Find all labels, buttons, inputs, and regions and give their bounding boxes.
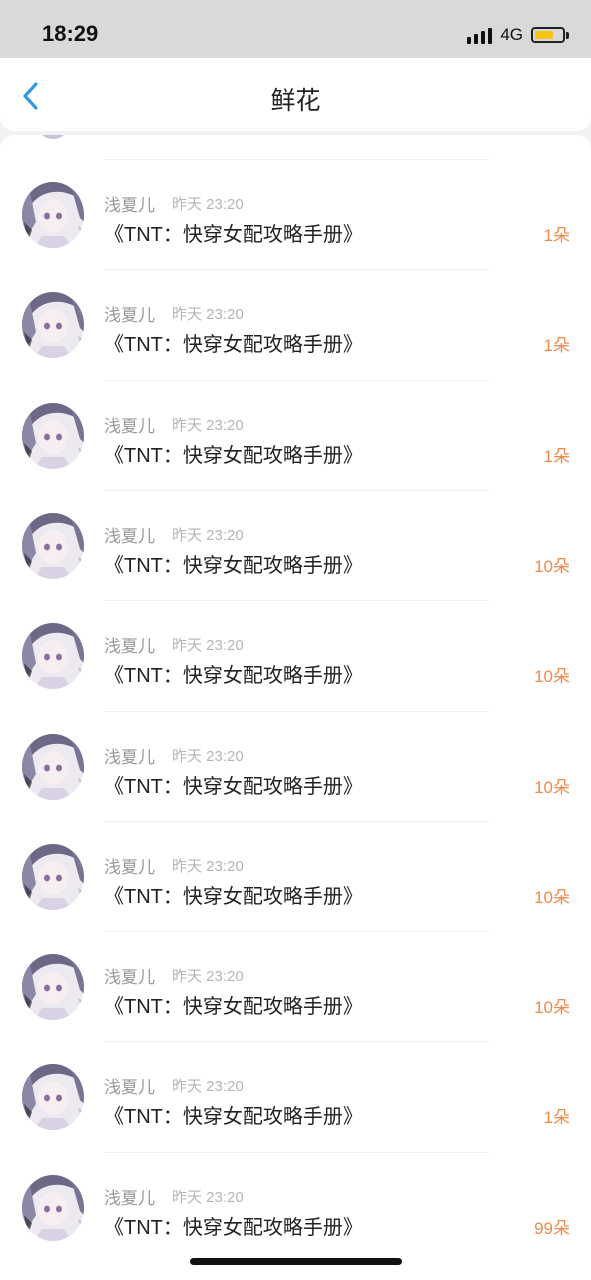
user-name[interactable]: 浅夏儿 — [104, 301, 155, 326]
book-title[interactable]: 《TNT：快穿女配攻略手册》 — [104, 439, 363, 468]
avatar — [36, 135, 70, 139]
gift-time: 昨天 23:20 — [172, 1078, 244, 1095]
list-item[interactable]: 浅夏儿 昨天 23:20 《TNT：快穿女配攻略手册》 1朵 — [0, 159, 591, 269]
list-item[interactable]: 浅夏儿 昨天 23:20 《TNT：快穿女配攻略手册》 10朵 — [0, 600, 591, 710]
avatar-image — [22, 623, 84, 689]
avatar[interactable] — [22, 623, 84, 689]
battery-level — [535, 31, 554, 39]
list-item[interactable]: 浅夏儿 昨天 23:20 《TNT：快穿女配攻略手册》 10朵 — [0, 711, 591, 821]
user-name[interactable]: 浅夏儿 — [104, 1184, 155, 1209]
avatar[interactable] — [22, 403, 84, 469]
list-item[interactable]: 浅夏儿 昨天 23:20 《TNT：快穿女配攻略手册》 1朵 — [0, 380, 591, 490]
list-item[interactable]: 浅夏儿 昨天 23:20 《TNT：快穿女配攻略手册》 1朵 — [0, 269, 591, 379]
status-bar: 18:29 4G — [0, 0, 591, 58]
gift-time: 昨天 23:20 — [172, 306, 244, 323]
avatar-image — [22, 844, 84, 910]
book-title[interactable]: 《TNT：快穿女配攻略手册》 — [104, 770, 363, 799]
book-title[interactable]: 《TNT：快穿女配攻略手册》 — [104, 880, 363, 909]
list-item[interactable]: 浅夏儿 昨天 23:20 《TNT：快穿女配攻略手册》 10朵 — [0, 490, 591, 600]
avatar[interactable] — [22, 954, 84, 1020]
user-name[interactable]: 浅夏儿 — [104, 743, 155, 768]
network-type: 4G — [500, 25, 523, 44]
nav-bar: 鲜花 — [0, 58, 591, 131]
list-item[interactable]: 浅夏儿 昨天 23:20 《TNT：快穿女配攻略手册》 99朵 — [0, 1152, 591, 1262]
home-indicator[interactable] — [190, 1258, 402, 1265]
gift-time: 昨天 23:20 — [172, 748, 244, 765]
book-title[interactable]: 《TNT：快穿女配攻略手册》 — [104, 990, 363, 1019]
user-name[interactable]: 浅夏儿 — [104, 963, 155, 988]
battery-icon — [531, 27, 569, 43]
avatar[interactable] — [22, 1064, 84, 1130]
flower-amount: 1朵 — [543, 336, 570, 355]
book-title[interactable]: 《TNT：快穿女配攻略手册》 — [104, 1100, 363, 1129]
flower-amount: 10朵 — [534, 667, 570, 686]
avatar-image — [22, 403, 84, 469]
flower-amount: 1朵 — [543, 1108, 570, 1127]
list-item[interactable]: 浅夏儿 昨天 23:20 《TNT：快穿女配攻略手册》 10朵 — [0, 931, 591, 1041]
book-title[interactable]: 《TNT：快穿女配攻略手册》 — [104, 328, 363, 357]
gift-time: 昨天 23:20 — [172, 637, 244, 654]
page-title: 鲜花 — [270, 87, 321, 115]
avatar[interactable] — [22, 292, 84, 358]
gift-time: 昨天 23:20 — [172, 968, 244, 985]
book-title[interactable]: 《TNT：快穿女配攻略手册》 — [104, 549, 363, 578]
gift-list[interactable]: 浅夏儿 昨天 23:20 《TNT：快穿女配攻略手册》 1朵 浅夏儿 昨天 23:20 《T… — [0, 135, 591, 1280]
avatar[interactable] — [22, 734, 84, 800]
user-name[interactable]: 浅夏儿 — [104, 1073, 155, 1098]
avatar-image — [22, 1175, 84, 1241]
flower-amount: 10朵 — [534, 998, 570, 1017]
gift-time: 昨天 23:20 — [172, 527, 244, 544]
status-indicators: 4G — [467, 24, 569, 46]
gift-time: 昨天 23:20 — [172, 1189, 244, 1206]
book-title[interactable]: 《TNT：快穿女配攻略手册》 — [104, 1211, 363, 1240]
flower-amount: 10朵 — [534, 778, 570, 797]
user-name[interactable]: 浅夏儿 — [104, 412, 155, 437]
avatar[interactable] — [22, 182, 84, 248]
user-name[interactable]: 浅夏儿 — [104, 632, 155, 657]
avatar[interactable] — [22, 1175, 84, 1241]
gift-time: 昨天 23:20 — [172, 858, 244, 875]
book-title[interactable]: 《TNT：快穿女配攻略手册》 — [104, 659, 363, 688]
avatar-image — [22, 1064, 84, 1130]
flower-amount: 1朵 — [543, 226, 570, 245]
signal-icon — [467, 26, 493, 44]
list-item[interactable]: 浅夏儿 昨天 23:20 《TNT：快穿女配攻略手册》 10朵 — [0, 821, 591, 931]
gift-time: 昨天 23:20 — [172, 417, 244, 434]
list-item-partial — [0, 135, 591, 159]
flower-amount: 10朵 — [534, 888, 570, 907]
avatar-image — [22, 954, 84, 1020]
avatar-image — [22, 734, 84, 800]
user-name[interactable]: 浅夏儿 — [104, 191, 155, 216]
flower-amount: 99朵 — [534, 1219, 570, 1238]
avatar[interactable] — [22, 844, 84, 910]
avatar[interactable] — [22, 513, 84, 579]
avatar-image — [22, 513, 84, 579]
list-item[interactable]: 浅夏儿 昨天 23:20 《TNT：快穿女配攻略手册》 1朵 — [0, 1041, 591, 1151]
user-name[interactable]: 浅夏儿 — [104, 522, 155, 547]
gift-time: 昨天 23:20 — [172, 196, 244, 213]
user-name[interactable]: 浅夏儿 — [104, 853, 155, 878]
flower-amount: 10朵 — [534, 557, 570, 576]
book-title[interactable]: 《TNT：快穿女配攻略手册》 — [104, 218, 363, 247]
status-time: 18:29 — [42, 21, 99, 46]
avatar-image — [22, 182, 84, 248]
flower-amount: 1朵 — [543, 447, 570, 466]
avatar-image — [22, 292, 84, 358]
